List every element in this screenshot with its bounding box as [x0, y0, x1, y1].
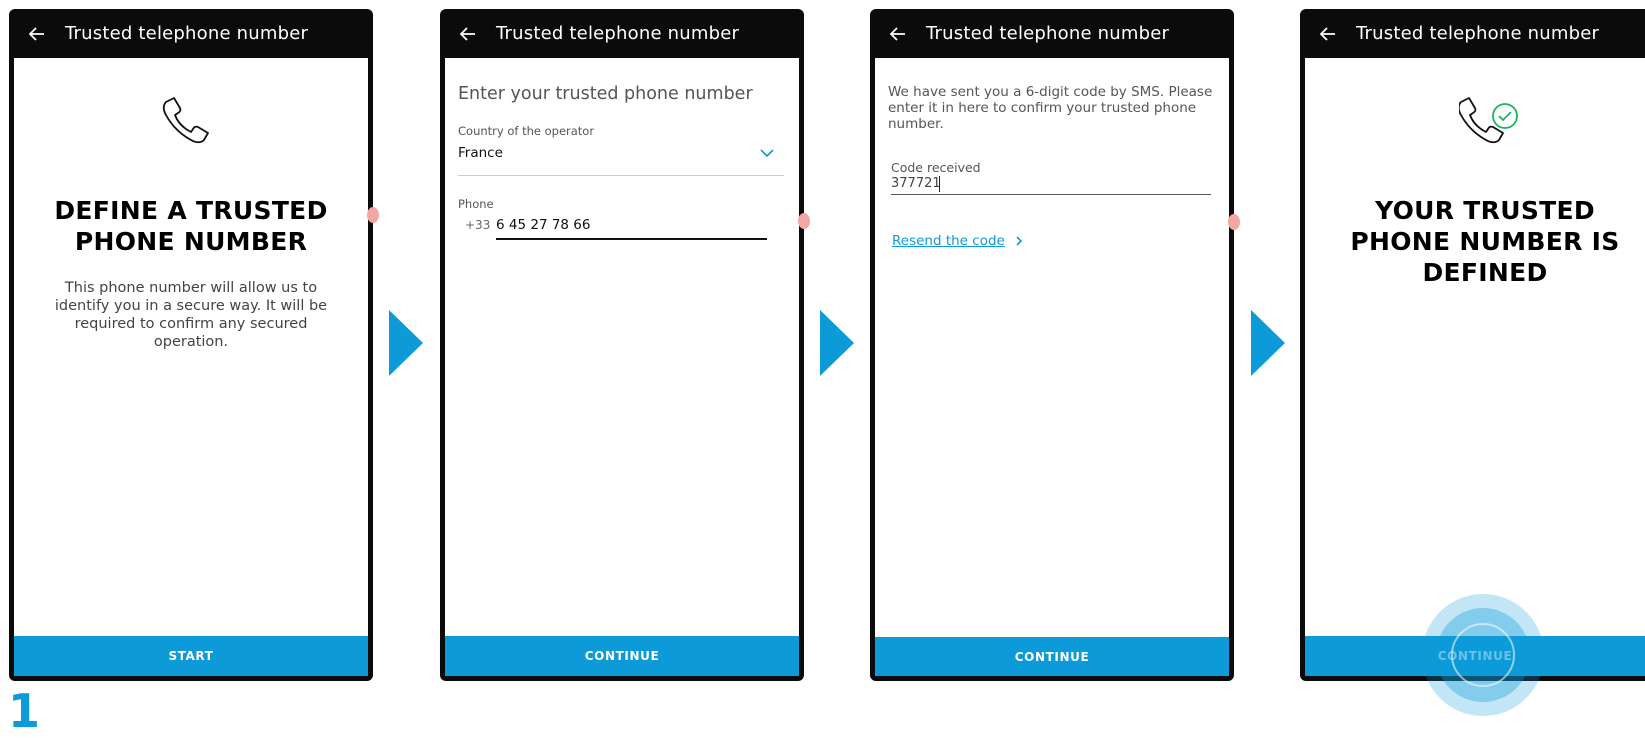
- app-bar-title: Trusted telephone number: [1356, 23, 1600, 44]
- next-step-arrow-icon: [1251, 310, 1285, 376]
- title-line-2: PHONE NUMBER IS: [1350, 227, 1620, 256]
- step-number: 1: [8, 684, 41, 738]
- back-arrow-icon: [29, 26, 44, 41]
- country-select[interactable]: France: [458, 140, 784, 170]
- phone-icon: [162, 97, 209, 144]
- next-step-arrow-icon: [820, 310, 854, 376]
- edge-marker: [1228, 214, 1240, 230]
- app-bar-title: Trusted telephone number: [65, 23, 309, 44]
- app-bar-title: Trusted telephone number: [926, 23, 1170, 44]
- app-bar: Trusted telephone number: [9, 9, 373, 58]
- back-button[interactable]: [1300, 26, 1356, 41]
- phone-frame-3: Trusted telephone number We have sent yo…: [870, 9, 1240, 681]
- continue-button[interactable]: CONTINUE: [875, 637, 1229, 676]
- country-label: Country of the operator: [458, 124, 595, 138]
- edge-marker: [367, 207, 379, 223]
- country-value: France: [458, 145, 503, 161]
- phone-label: Phone: [458, 197, 494, 211]
- back-arrow-icon: [460, 26, 475, 41]
- app-bar: Trusted telephone number: [870, 9, 1234, 58]
- app-bar: Trusted telephone number: [440, 9, 804, 58]
- resend-code-text: Resend the code: [892, 233, 1005, 249]
- screen-content: Enter your trusted phone number Country …: [445, 58, 799, 676]
- screen-content: YOUR TRUSTED PHONE NUMBER IS DEFINED CON…: [1305, 58, 1645, 676]
- code-underline: [891, 194, 1211, 195]
- back-button[interactable]: [9, 26, 65, 41]
- chevron-down-icon: [760, 149, 774, 158]
- next-step-arrow-icon: [389, 310, 423, 376]
- text-cursor: [939, 176, 940, 192]
- phone-input[interactable]: 6 45 27 78 66: [496, 213, 767, 239]
- sms-message: We have sent you a 6-digit code by SMS. …: [888, 84, 1213, 132]
- back-arrow-icon: [1320, 26, 1335, 41]
- back-arrow-icon: [890, 26, 905, 41]
- page-title: YOUR TRUSTED PHONE NUMBER IS DEFINED: [1305, 195, 1645, 288]
- title-line-1: YOUR TRUSTED: [1375, 196, 1595, 225]
- resend-code-link[interactable]: Resend the code: [892, 230, 1023, 250]
- back-button[interactable]: [870, 26, 926, 41]
- title-line-2: PHONE NUMBER: [74, 227, 308, 256]
- title-line-1: DEFINE A TRUSTED: [54, 196, 328, 225]
- chevron-right-icon: [1016, 235, 1023, 246]
- edge-marker: [798, 213, 810, 229]
- phone-frame-1: Trusted telephone number DEFINE A TRUSTE…: [9, 9, 379, 681]
- phone-check-icon: [1459, 97, 1518, 144]
- screen-content: We have sent you a 6-digit code by SMS. …: [875, 58, 1229, 676]
- start-button[interactable]: START: [14, 636, 368, 676]
- code-label: Code received: [891, 160, 981, 175]
- description-text: This phone number will allow us to ident…: [54, 280, 328, 350]
- country-underline: [458, 175, 784, 176]
- title-line-3: DEFINED: [1422, 258, 1548, 287]
- back-button[interactable]: [440, 26, 496, 41]
- app-bar: Trusted telephone number: [1300, 9, 1645, 58]
- code-input[interactable]: 377721: [891, 174, 1211, 196]
- phone-underline: [496, 238, 767, 240]
- page-title: DEFINE A TRUSTED PHONE NUMBER: [14, 195, 368, 257]
- code-input-value: 377721: [891, 176, 941, 191]
- phone-input-value: 6 45 27 78 66: [496, 217, 591, 233]
- form-heading: Enter your trusted phone number: [458, 84, 753, 104]
- screen-content: DEFINE A TRUSTED PHONE NUMBER This phone…: [14, 58, 368, 676]
- phone-frame-4: Trusted telephone number YOUR TRUSTED PH…: [1300, 9, 1645, 681]
- continue-button[interactable]: CONTINUE: [445, 636, 799, 676]
- tap-ripple-core: [1451, 623, 1515, 687]
- phone-frame-2: Trusted telephone number Enter your trus…: [440, 9, 810, 681]
- app-bar-title: Trusted telephone number: [496, 23, 740, 44]
- phone-prefix: +33: [465, 218, 491, 232]
